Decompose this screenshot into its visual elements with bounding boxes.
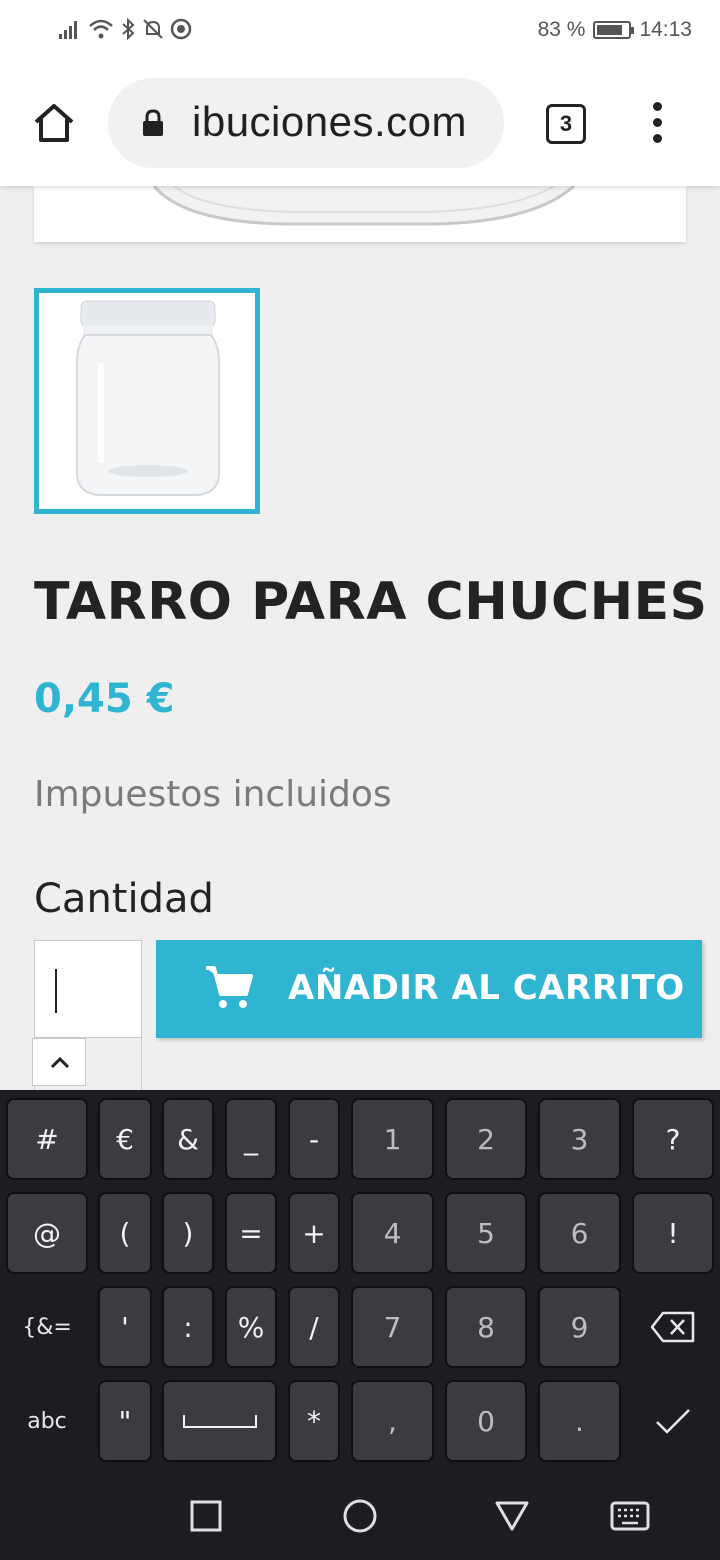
enter-key[interactable] [632,1380,714,1462]
status-icons [58,18,192,40]
key-1[interactable]: 1 [351,1098,434,1180]
key-4[interactable]: 4 [351,1192,434,1274]
key-abc-toggle[interactable]: abc [6,1380,88,1462]
key-9[interactable]: 9 [538,1286,621,1368]
key-3[interactable]: 3 [538,1098,621,1180]
key-euro[interactable]: € [98,1098,152,1180]
status-bar: 83 % 14:13 [0,0,720,60]
quantity-increase-button[interactable] [32,1038,86,1086]
key-paren-close[interactable]: ) [162,1192,214,1274]
key-minus[interactable]: - [288,1098,340,1180]
key-6[interactable]: 6 [538,1192,621,1274]
signal-icon [59,21,77,39]
back-icon[interactable] [494,1498,530,1534]
key-slash[interactable]: / [288,1286,340,1368]
key-ampersand[interactable]: & [162,1098,214,1180]
system-nav-bar [0,1470,720,1560]
wifi-icon [89,19,113,39]
key-period[interactable]: . [538,1380,621,1462]
key-colon[interactable]: : [162,1286,214,1368]
status-right: 83 % 14:13 [538,18,692,42]
url-text[interactable]: ibuciones.com [192,98,467,146]
key-paren-open[interactable]: ( [98,1192,152,1274]
backspace-icon [650,1311,695,1343]
key-hash[interactable]: # [6,1098,88,1180]
battery-fill [597,25,623,35]
key-8[interactable]: 8 [445,1286,527,1368]
bluetooth-icon [122,18,135,40]
key-0[interactable]: 0 [445,1380,527,1462]
chevron-up-icon [50,1056,70,1069]
on-screen-keyboard: # € & _ - 1 2 3 ? @ ( ) = + 4 5 6 ! {&= … [0,1090,720,1470]
key-underscore[interactable]: _ [225,1098,277,1180]
key-7[interactable]: 7 [351,1286,434,1368]
key-question[interactable]: ? [632,1098,714,1180]
battery-percentage: 83 % [537,18,586,41]
home-nav-icon[interactable] [342,1498,378,1534]
clock: 14:13 [639,18,692,41]
backspace-key[interactable] [632,1286,714,1368]
add-to-cart-button[interactable]: AÑADIR AL CARRITO [156,940,702,1038]
text-caret [55,969,57,1013]
battery-icon [593,21,635,39]
checkmark-icon [656,1409,690,1434]
product-price: 0,45 € [34,676,175,722]
keyboard-icon[interactable] [610,1498,650,1534]
key-at[interactable]: @ [6,1192,88,1274]
address-bar[interactable]: ibuciones.com [108,78,504,168]
key-equals[interactable]: = [225,1192,277,1274]
key-space[interactable] [162,1380,277,1462]
tax-note: Impuestos incluidos [34,774,392,815]
notifications-off-icon [143,19,163,39]
lock-icon[interactable] [140,108,166,138]
product-title: TARRO PARA CHUCHES [34,572,708,632]
quantity-input[interactable] [34,940,142,1038]
shopping-cart-icon [206,966,253,1008]
tab-switcher-button[interactable]: 3 [546,104,586,144]
chrome-icon [170,18,192,40]
key-asterisk[interactable]: * [288,1380,340,1462]
product-main-image [34,186,686,242]
home-icon[interactable] [30,100,78,148]
space-icon [182,1415,257,1428]
key-percent[interactable]: % [225,1286,277,1368]
key-symbols-toggle[interactable]: {&= [6,1286,88,1368]
key-2[interactable]: 2 [445,1098,527,1180]
key-comma[interactable]: , [351,1380,434,1462]
add-to-cart-label: AÑADIR AL CARRITO [288,968,685,1008]
jar-image [76,300,220,496]
key-5[interactable]: 5 [445,1192,527,1274]
quantity-label: Cantidad [34,876,214,922]
product-thumbnail[interactable] [34,288,260,514]
more-vert-icon[interactable] [648,102,666,146]
key-plus[interactable]: + [288,1192,340,1274]
recents-icon[interactable] [188,1498,224,1534]
key-apostrophe[interactable]: ' [98,1286,152,1368]
key-exclamation[interactable]: ! [632,1192,714,1274]
browser-toolbar: ibuciones.com 3 [0,60,720,186]
key-quote[interactable]: " [98,1380,152,1462]
